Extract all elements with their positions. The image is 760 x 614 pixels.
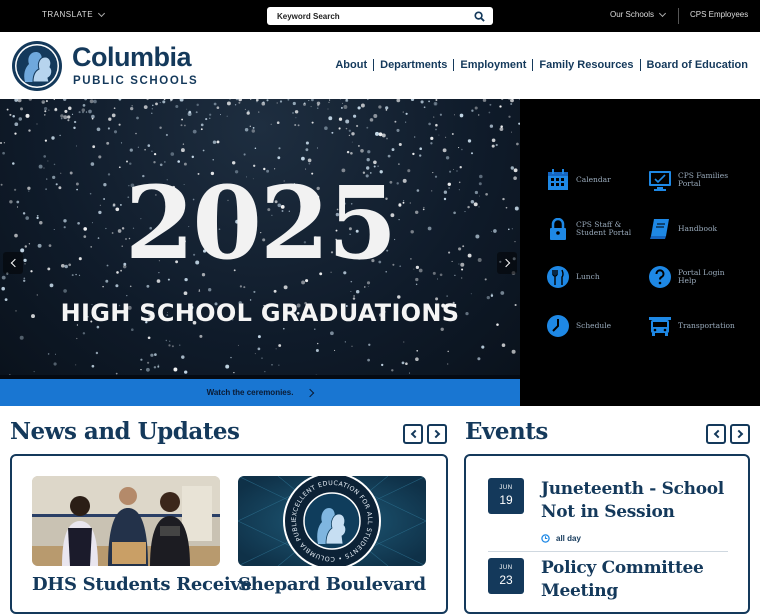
our-schools-dropdown[interactable]: Our Schools: [610, 9, 667, 19]
logo-wordmark[interactable]: Columbia: [72, 42, 192, 73]
event-title[interactable]: Policy Committee Meeting: [541, 557, 704, 603]
event-date-badge: JUN 19: [488, 478, 524, 514]
quick-link-lunch[interactable]: Lunch: [547, 266, 600, 288]
chevron-left-icon: [713, 429, 722, 439]
quick-link-label: Schedule: [576, 321, 612, 330]
event-time-label: all day: [556, 534, 581, 543]
site-header: Columbia PUBLIC SCHOOLS About Department…: [0, 32, 760, 99]
clock-icon: [541, 534, 550, 543]
hero-caption: HIGH SCHOOL GRADUATIONS: [60, 299, 460, 327]
main-nav: About Departments Employment Family Reso…: [329, 59, 748, 71]
utensils-icon: [547, 266, 569, 288]
clock-icon: [547, 315, 569, 337]
monitor-icon: [649, 171, 671, 191]
events-prev-button[interactable]: [706, 424, 726, 444]
event-title[interactable]: Juneteenth - School Not in Session: [541, 478, 724, 524]
chevron-right-icon: [306, 388, 315, 397]
event-month: JUN: [499, 565, 513, 571]
quick-link-families-portal[interactable]: CPS Families Portal: [649, 169, 734, 191]
quick-link-label: Transportation: [678, 321, 735, 330]
translate-label: TRANSLATE: [42, 10, 94, 19]
quick-link-label: Lunch: [576, 272, 600, 281]
chevron-right-icon: [431, 429, 440, 439]
quick-link-schedule[interactable]: Schedule: [547, 315, 611, 337]
quick-link-label: Calendar: [576, 175, 611, 184]
divider: [678, 8, 679, 24]
nav-employment[interactable]: Employment: [454, 59, 534, 71]
chevron-right-icon: [734, 429, 743, 439]
hero-slideshow: 2025 HIGH SCHOOL GRADUATIONS: [0, 99, 520, 377]
news-image-students[interactable]: [32, 476, 220, 566]
quick-link-portal-login-help[interactable]: Portal Login Help: [649, 266, 728, 288]
quick-link-calendar[interactable]: Calendar: [547, 169, 611, 191]
book-icon: [650, 219, 669, 239]
quick-links-panel: Calendar CPS Families Portal CPS Staff &…: [520, 99, 760, 406]
news-image-cps-seal[interactable]: EXCELLENT EDUCATION FOR ALL STUDENTS • C…: [238, 476, 426, 566]
bus-icon: [649, 317, 671, 336]
events-section-title: Events: [465, 418, 548, 445]
search-icon[interactable]: [474, 11, 485, 22]
quick-link-staff-student-portal[interactable]: CPS Staff & Student Portal: [547, 218, 632, 240]
event-time: all day: [541, 534, 581, 543]
news-next-button[interactable]: [427, 424, 447, 444]
chevron-left-icon: [10, 258, 19, 268]
news-section-title: News and Updates: [10, 418, 240, 445]
cps-employees-link[interactable]: CPS Employees: [690, 10, 748, 19]
nav-family-resources[interactable]: Family Resources: [533, 59, 641, 71]
chevron-right-icon: [501, 258, 510, 268]
hero-year: 2025: [124, 164, 397, 282]
search-input[interactable]: [277, 10, 467, 22]
calendar-icon: [548, 169, 568, 190]
event-month: JUN: [499, 485, 513, 491]
event-title-line: Not in Session: [541, 502, 675, 522]
hero-prev-button[interactable]: [3, 252, 23, 274]
utility-bar: TRANSLATE Our Schools CPS Employees: [0, 0, 760, 32]
nav-departments[interactable]: Departments: [374, 59, 455, 71]
quick-link-label: CPS Families Portal: [678, 171, 729, 188]
lock-icon: [550, 218, 566, 240]
search-box: [267, 7, 493, 25]
news-item-title[interactable]: DHS Students Receive: [32, 574, 252, 595]
event-date-badge: JUN 23: [488, 558, 524, 594]
quick-link-label: Handbook: [678, 224, 718, 233]
events-list: JUN 19 Juneteenth - School Not in Sessio…: [464, 454, 750, 614]
hero-next-button[interactable]: [497, 252, 517, 274]
event-divider: [488, 551, 728, 552]
chevron-down-icon: [658, 9, 667, 17]
event-title-line: Juneteenth - School: [541, 479, 724, 499]
logo-subtitle: PUBLIC SCHOOLS: [73, 75, 199, 87]
news-prev-button[interactable]: [403, 424, 423, 444]
translate-button[interactable]: TRANSLATE: [42, 9, 106, 19]
nav-board-of-education[interactable]: Board of Education: [641, 59, 748, 71]
chevron-down-icon: [97, 9, 106, 17]
question-icon: [649, 266, 671, 288]
event-day: 23: [499, 573, 513, 587]
nav-about[interactable]: About: [329, 59, 375, 71]
quick-link-transportation[interactable]: Transportation: [649, 315, 735, 337]
quick-link-label: Portal Login Help: [678, 268, 725, 285]
watch-ceremonies-label: Watch the ceremonies.: [206, 388, 294, 397]
chevron-left-icon: [410, 429, 419, 439]
watch-ceremonies-link[interactable]: Watch the ceremonies.: [0, 379, 520, 406]
event-title-line: Policy Committee: [541, 558, 704, 578]
our-schools-label: Our Schools: [610, 10, 655, 19]
news-item-title[interactable]: Shepard Boulevard: [238, 574, 426, 595]
news-carousel: EXCELLENT EDUCATION FOR ALL STUDENTS • C…: [10, 454, 448, 614]
quick-link-handbook[interactable]: Handbook: [649, 218, 717, 240]
logo-icon[interactable]: [11, 40, 63, 92]
event-day: 19: [499, 493, 513, 507]
events-next-button[interactable]: [730, 424, 750, 444]
quick-link-label: CPS Staff & Student Portal: [576, 220, 632, 237]
